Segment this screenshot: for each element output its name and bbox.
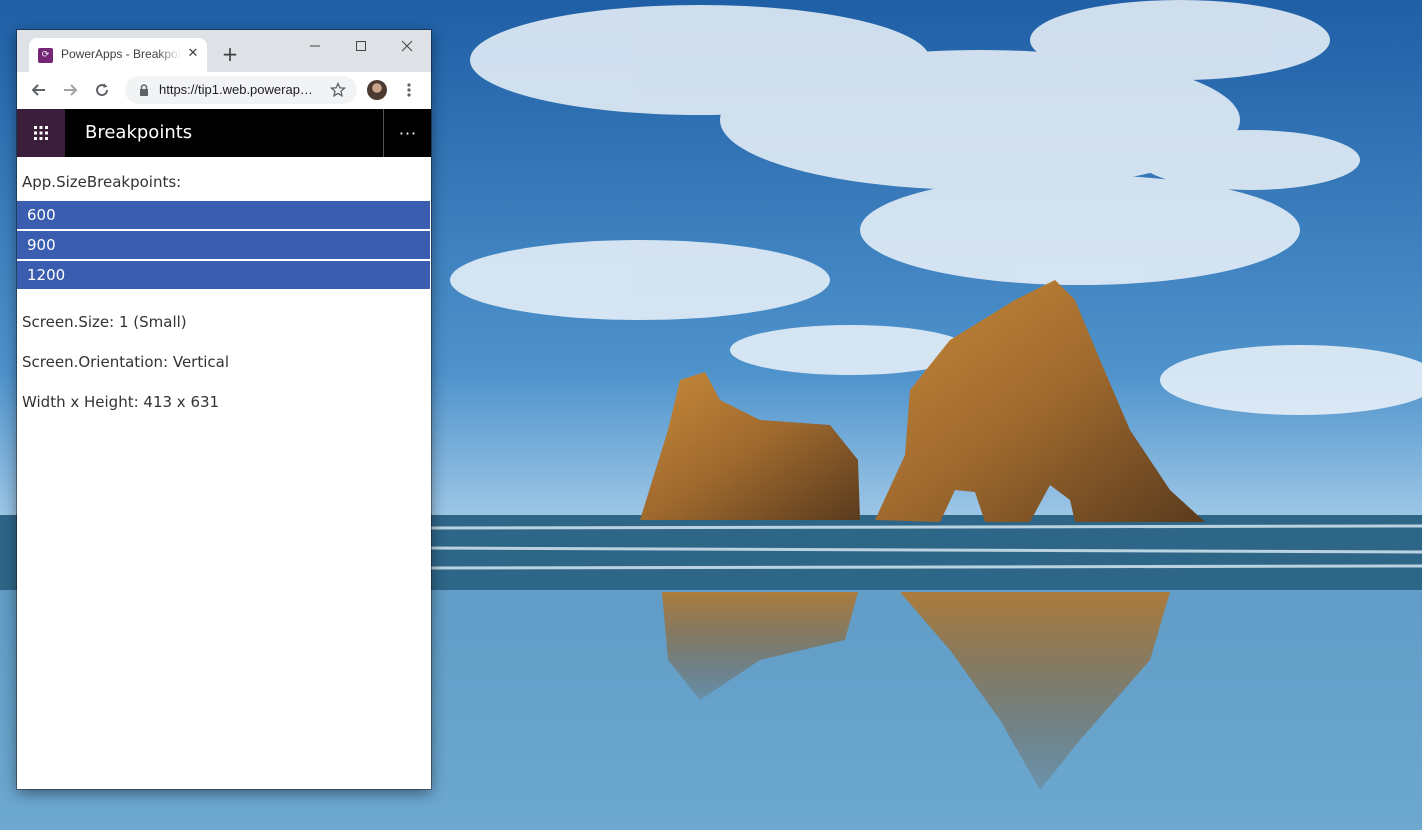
forward-arrow-icon	[64, 84, 78, 96]
minimize-button[interactable]	[295, 32, 335, 60]
maximize-button[interactable]	[341, 32, 381, 60]
window-close-button[interactable]	[387, 32, 427, 60]
breakpoints-label: App.SizeBreakpoints:	[22, 173, 182, 191]
forward-button[interactable]	[58, 78, 82, 102]
address-bar[interactable]: https://tip1.web.powerapps.com	[125, 76, 357, 104]
browser-menu-button[interactable]	[401, 78, 417, 102]
breakpoints-gallery: 600 900 1200	[17, 201, 430, 291]
close-icon	[401, 40, 413, 52]
breakpoint-item[interactable]: 600	[17, 201, 430, 229]
app-screen: App.SizeBreakpoints: 600 900 1200 Screen…	[17, 157, 431, 789]
new-tab-button[interactable]: +	[219, 43, 241, 65]
back-arrow-icon	[31, 84, 45, 96]
more-icon: ···	[398, 123, 418, 143]
more-menu-icon	[407, 83, 411, 97]
app-more-button[interactable]: ···	[383, 109, 431, 157]
tab-title: PowerApps - Breakpoints	[61, 47, 181, 61]
plus-icon: +	[221, 42, 239, 66]
browser-window: ⟳ PowerApps - Breakpoints ✕ + https://ti…	[17, 30, 431, 789]
bookmark-button[interactable]	[329, 81, 347, 99]
star-icon	[330, 82, 346, 98]
screen-size-label: Screen.Size: 1 (Small)	[22, 313, 187, 331]
reload-button[interactable]	[90, 78, 114, 102]
app-header: Breakpoints ···	[17, 109, 431, 157]
browser-tab[interactable]: ⟳ PowerApps - Breakpoints ✕	[29, 38, 207, 72]
app-title: Breakpoints	[85, 122, 193, 143]
minimize-icon	[310, 45, 320, 47]
close-icon[interactable]: ✕	[185, 46, 201, 62]
breakpoint-item[interactable]: 1200	[17, 261, 430, 289]
screen-dimensions-label: Width x Height: 413 x 631	[22, 393, 220, 411]
waffle-icon	[34, 126, 48, 140]
url-text: https://tip1.web.powerapps.com	[159, 82, 315, 97]
lock-icon	[140, 84, 148, 96]
tab-strip: ⟳ PowerApps - Breakpoints ✕ +	[17, 30, 431, 72]
screen-orientation-label: Screen.Orientation: Vertical	[22, 353, 229, 371]
maximize-icon	[356, 41, 366, 51]
breakpoint-item[interactable]: 900	[17, 231, 430, 259]
reload-icon	[96, 83, 109, 97]
app-launcher-button[interactable]	[17, 109, 65, 157]
back-button[interactable]	[27, 78, 51, 102]
profile-avatar[interactable]	[367, 80, 387, 100]
powerapps-icon: ⟳	[38, 48, 53, 63]
browser-toolbar: https://tip1.web.powerapps.com	[17, 72, 431, 110]
